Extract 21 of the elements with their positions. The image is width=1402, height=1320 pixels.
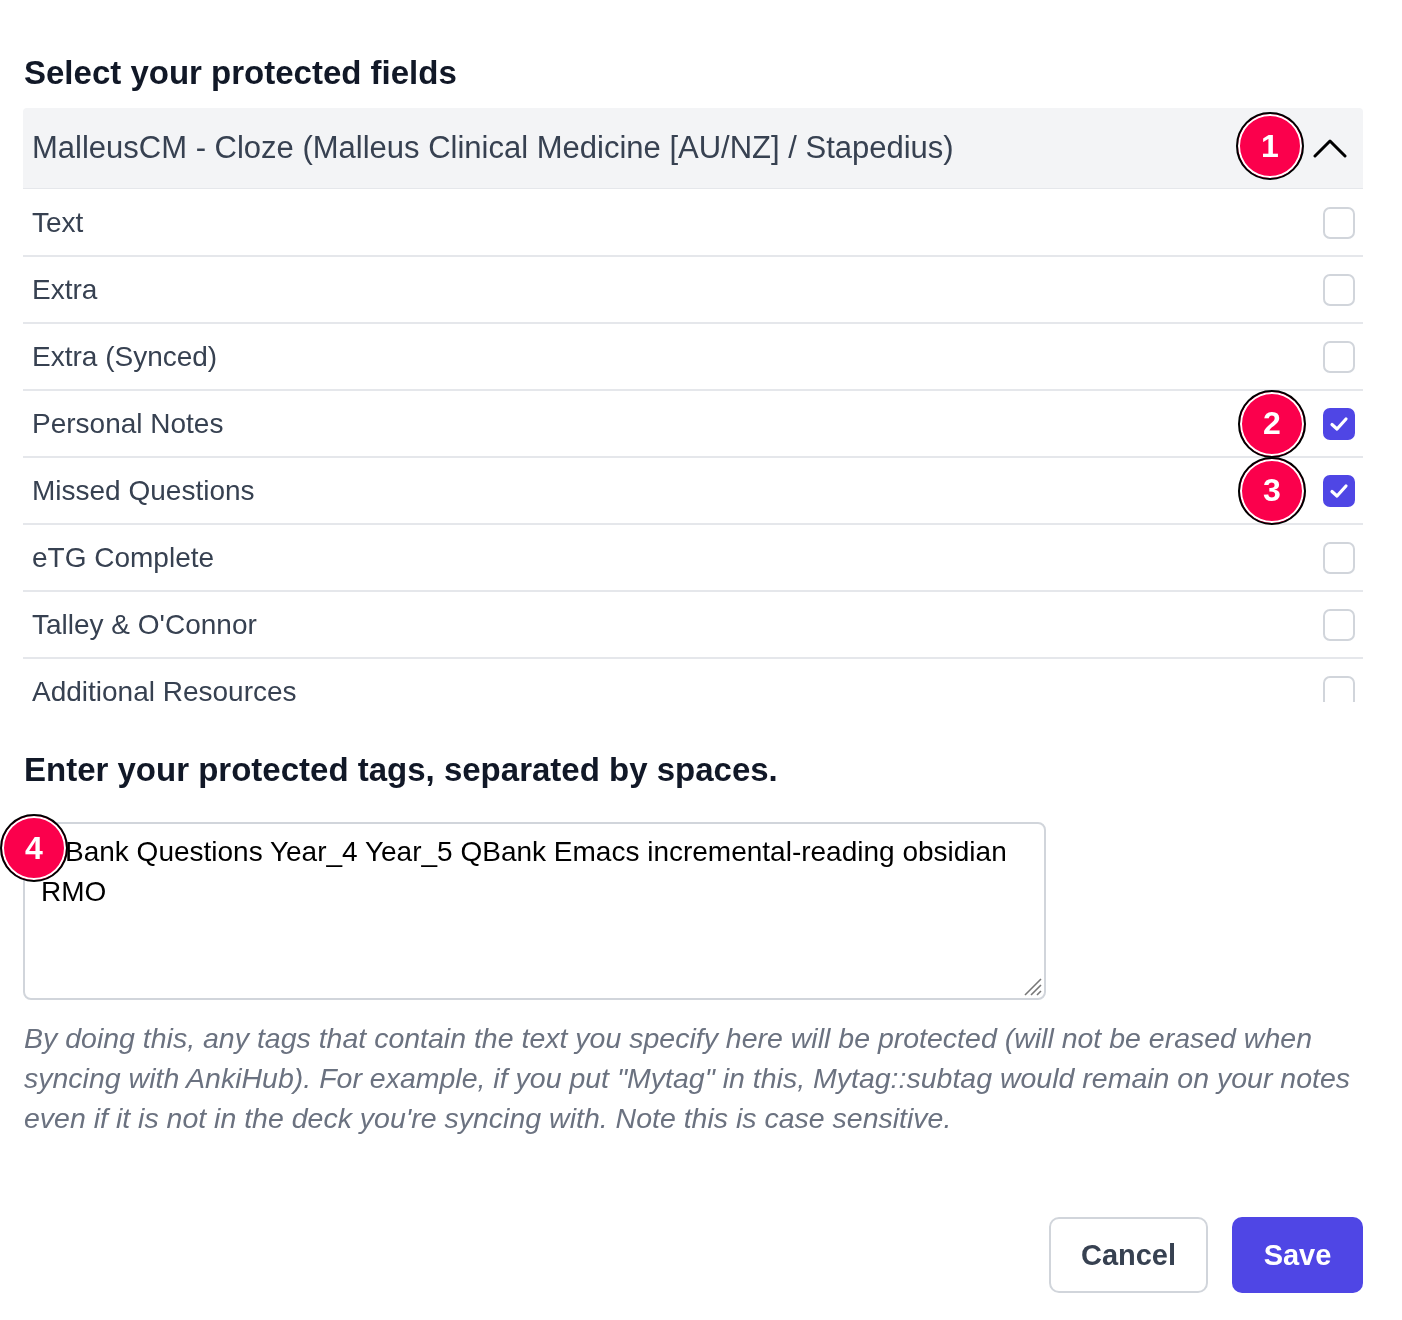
checkmark-icon: [1329, 415, 1349, 432]
section-heading: Enter your protected tags, separated by spaces.: [23, 751, 779, 789]
field-label: Extra: [32, 273, 98, 306]
resize-grip-icon[interactable]: [1022, 976, 1042, 996]
field-label: Additional Resources: [32, 675, 297, 702]
checkbox[interactable]: [1323, 474, 1355, 507]
callout-marker: 4: [0, 814, 68, 882]
field-label: eTG Complete: [32, 541, 215, 574]
save-button[interactable]: Save: [1232, 1217, 1363, 1293]
checkmark-icon: [1329, 482, 1349, 499]
callout-marker: 2: [1238, 389, 1306, 458]
section-heading: Select your protected fields: [23, 54, 458, 92]
checkbox[interactable]: [1323, 407, 1355, 440]
field-label: Personal Notes: [32, 407, 224, 440]
help-text: By doing this, any tags that contain the text you specify here will be protected (will not be erased when syncing with AnkiHub). For example, if you put "Mytag" in this, Mytag::subtag would remain on your notes even if it is not in the deck you're syncing with. Note this is case sensitive.: [23, 1021, 1352, 1136]
cancel-button[interactable]: Cancel: [1049, 1217, 1208, 1293]
callout-marker: 3: [1238, 456, 1306, 525]
field-label: Talley & O'Connor: [32, 608, 257, 641]
field-label: Missed Questions: [32, 474, 255, 507]
field-label: Extra (Synced): [32, 340, 218, 373]
field-label: Text: [32, 207, 84, 239]
